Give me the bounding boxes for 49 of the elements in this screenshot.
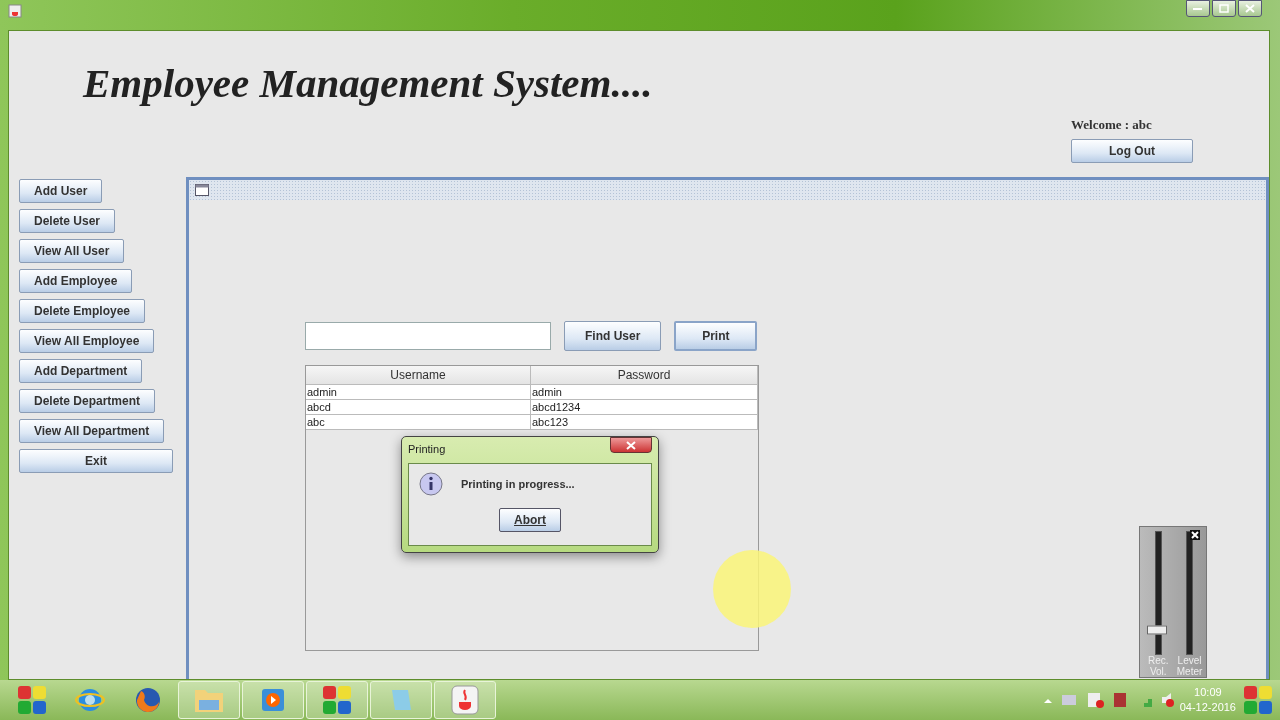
sidebar-button[interactable]: View All Department <box>19 419 165 443</box>
search-field[interactable] <box>305 322 551 350</box>
taskbar-button[interactable] <box>242 681 304 719</box>
sidebar-button[interactable]: Exit <box>19 449 173 473</box>
table-cell: admin <box>531 385 758 400</box>
colored-squares-icon <box>1242 684 1274 716</box>
table-cell: abcd <box>306 400 531 415</box>
maximize-button[interactable] <box>1212 0 1236 17</box>
sidebar-button[interactable]: Delete Department <box>19 389 156 413</box>
close-icon <box>626 440 636 450</box>
close-button[interactable] <box>1238 0 1262 17</box>
dialog-title: Printing <box>408 443 446 455</box>
sidebar-button[interactable]: Add User <box>19 179 103 203</box>
sidebar-button[interactable]: Delete User <box>19 209 116 233</box>
meter-label: Level Meter <box>1176 655 1203 677</box>
column-header[interactable]: Password <box>531 366 758 385</box>
column-header[interactable]: Username <box>306 366 531 385</box>
java-icon <box>451 685 479 715</box>
colored-squares-icon <box>321 684 353 716</box>
table-cell: abcd1234 <box>531 400 758 415</box>
sidebar-button[interactable]: Add Employee <box>19 269 133 293</box>
dialog-message: Printing in progress... <box>461 478 575 490</box>
media-player-icon <box>259 686 287 714</box>
minimize-button[interactable] <box>1186 0 1210 17</box>
table-cell: admin <box>306 385 531 400</box>
taskbar-button[interactable] <box>434 681 496 719</box>
logout-button[interactable]: Log Out <box>1071 139 1193 163</box>
window-icon <box>195 184 209 196</box>
abort-button[interactable]: Abort <box>499 508 561 532</box>
dialog-close-button[interactable] <box>610 437 652 453</box>
close-icon <box>1191 531 1199 539</box>
maximize-icon <box>1219 4 1229 13</box>
close-icon <box>1245 4 1255 13</box>
widget-close-button[interactable] <box>1190 530 1200 540</box>
table-cell: abc <box>306 415 531 430</box>
sidebar-button[interactable]: View All Employee <box>19 329 155 353</box>
sidebar-button[interactable]: Delete Employee <box>19 299 146 323</box>
app-title: Employee Management System.... <box>83 59 653 108</box>
info-icon <box>419 472 443 496</box>
taskbar-button[interactable] <box>306 681 368 719</box>
colored-squares-icon <box>16 684 48 716</box>
sidebar-button[interactable]: Add Department <box>19 359 143 383</box>
browser-icon <box>133 685 163 715</box>
table-cell: abc123 <box>531 415 758 430</box>
sidebar-button[interactable]: View All User <box>19 239 125 263</box>
print-button[interactable]: Print <box>674 321 758 351</box>
coffee-cup-icon <box>8 4 22 18</box>
find-user-button[interactable]: Find User <box>564 321 662 351</box>
welcome-text: Welcome : abc <box>1071 117 1153 133</box>
